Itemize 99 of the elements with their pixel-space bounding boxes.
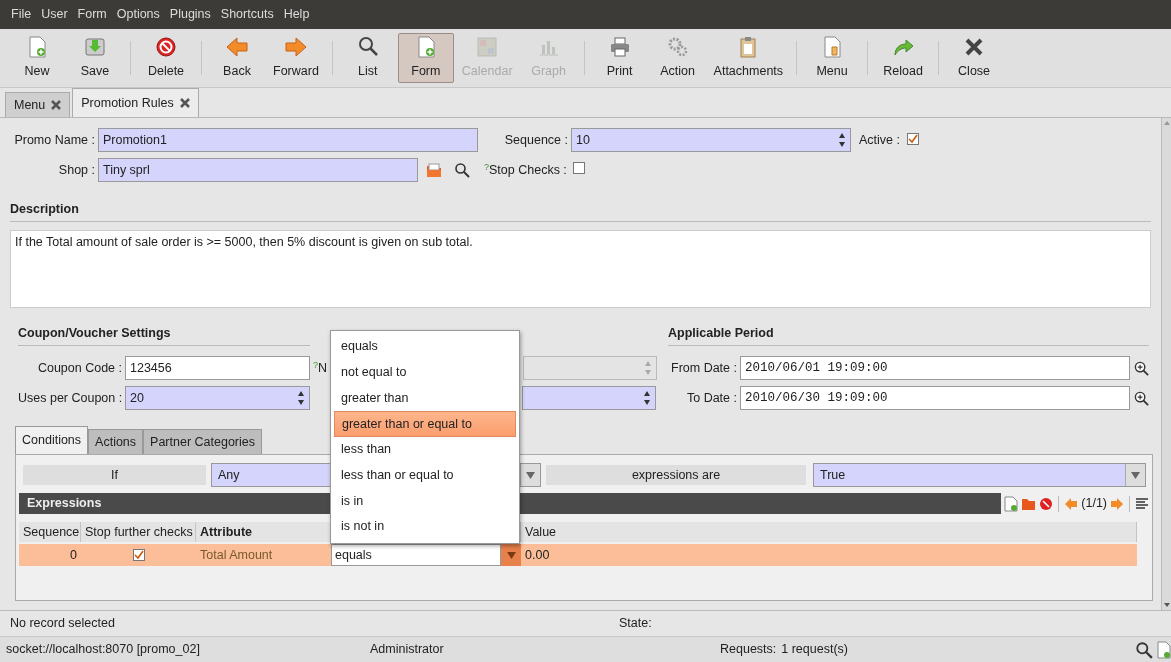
menu-item[interactable]: Form [72, 5, 112, 24]
field-label: Requests: [720, 641, 777, 659]
user-name: Administrator [370, 641, 445, 659]
toolbar-button[interactable]: Close [946, 33, 1003, 83]
table-cell-text: 0.00 [524, 546, 551, 564]
search-icon[interactable] [454, 162, 470, 178]
dropdown-option[interactable]: equals [334, 334, 516, 360]
help-mark: ? [484, 161, 489, 172]
delete-icon[interactable] [1039, 496, 1054, 511]
toolbar-button[interactable]: Print [591, 33, 648, 83]
menu-item[interactable]: Plugins [164, 5, 216, 24]
text-area[interactable]: If the Total amount of sale order is >= 5000, then 5% discount is given on sub total. [10, 230, 1151, 308]
toolbar-button[interactable]: Delete [138, 33, 194, 83]
column-header: Attribute [196, 522, 331, 542]
calendar-icon [475, 35, 500, 60]
field-label: Coupon Code : [36, 359, 123, 377]
toolbar-button[interactable]: Menu [804, 33, 861, 83]
dropdown-option[interactable]: greater than or equal to [334, 411, 516, 437]
number-field[interactable] [522, 386, 656, 410]
toolbar-button[interactable]: Forward [267, 33, 325, 83]
left-arrow-icon [225, 35, 249, 60]
tab[interactable]: Menu [5, 92, 71, 117]
text-field[interactable]: 123456 [125, 356, 310, 380]
menu-item[interactable]: Options [111, 5, 165, 24]
status-text: No record selected [10, 615, 116, 633]
toolbar-button[interactable]: Save [67, 33, 123, 83]
toolbar-button[interactable]: Form [397, 33, 454, 83]
toolbar-button[interactable]: Attachments [707, 33, 790, 83]
field-label: Sequence : [503, 131, 569, 149]
field-label: State: [619, 615, 652, 633]
zoom-in-icon[interactable] [1134, 360, 1149, 376]
text-field[interactable]: Tiny sprl [98, 158, 418, 182]
section-heading: Coupon/Voucher Settings [18, 324, 310, 346]
table-cell-text: 0 [69, 546, 78, 564]
field-label: From Date : [670, 359, 738, 377]
dropdown-option[interactable]: less than [334, 436, 516, 463]
checkbox[interactable] [572, 161, 585, 174]
folder-icon[interactable] [426, 162, 442, 178]
field-label: N [318, 360, 328, 375]
select-field[interactable]: True [813, 463, 1146, 487]
table-row[interactable]: 0 Total Amount equals 0.00 [19, 544, 1137, 566]
folder-icon[interactable] [1021, 496, 1037, 511]
spin-arrows-icon[interactable] [643, 389, 651, 407]
requests-text: 1 request(s) [781, 641, 849, 659]
text-field[interactable]: Promotion1 [98, 128, 478, 152]
menu-item[interactable]: Shortcuts [215, 5, 279, 24]
zoom-in-icon[interactable] [1134, 390, 1149, 406]
close-icon[interactable] [179, 98, 190, 108]
table-cell-text: Total Amount [199, 546, 274, 564]
column-header: Value [521, 522, 1137, 542]
spin-arrows-icon[interactable] [297, 389, 305, 407]
toolbar-button[interactable]: New [9, 33, 65, 83]
checkbox[interactable] [907, 132, 919, 145]
condition-label: expressions are [546, 465, 806, 485]
column-header: Sequence [19, 522, 81, 542]
number-field[interactable]: 10 [571, 128, 851, 152]
menu-item[interactable]: File [6, 5, 37, 24]
section-heading: Description [10, 200, 1151, 222]
field-label: Shop : [57, 161, 96, 179]
toolbar-button[interactable]: Back [209, 33, 265, 83]
section-heading: Applicable Period [668, 324, 1149, 346]
dropdown-arrow-icon [526, 471, 535, 479]
menu-item[interactable]: User [36, 5, 73, 24]
dropdown-arrow-icon [506, 551, 516, 559]
field-label: Active : [858, 131, 901, 149]
dropdown-option[interactable]: less than or equal to [334, 462, 516, 489]
search-icon[interactable] [1135, 640, 1153, 659]
menu-item[interactable]: Help [278, 5, 315, 24]
spin-arrows-icon[interactable] [838, 131, 846, 149]
number-field[interactable]: 20 [125, 386, 310, 410]
field-label: To Date : [685, 389, 738, 407]
right-arrow-icon [283, 35, 308, 60]
toolbar-button[interactable]: Reload [875, 33, 932, 83]
pager-text: (1/1) [1081, 495, 1107, 513]
help-mark: ? [313, 359, 318, 370]
tab[interactable]: Promotion Rules [72, 88, 199, 117]
delete-icon [154, 35, 178, 60]
condition-label: If [23, 465, 206, 485]
field-label: Promo Name : [13, 131, 96, 149]
checkbox[interactable] [132, 549, 145, 561]
date-field[interactable]: 2010/06/30 19:09:00 [740, 386, 1130, 410]
dropdown-arrow-icon [1131, 471, 1140, 479]
new-document-icon[interactable] [1004, 495, 1019, 512]
field-label: Stop Checks : [489, 161, 568, 179]
field-label: Uses per Coupon : [18, 389, 124, 407]
close-icon[interactable] [51, 100, 62, 110]
connection-text: socket://localhost:8070 [promo_02] [6, 641, 201, 659]
dropdown-option[interactable]: is not in [334, 513, 516, 540]
toolbar-button[interactable]: List [339, 33, 396, 83]
tab[interactable]: Partner Categories [143, 429, 262, 454]
scrollbar[interactable] [1161, 118, 1171, 610]
tab[interactable]: Actions [88, 429, 144, 454]
dropdown-option[interactable]: greater than [334, 385, 516, 412]
date-field[interactable]: 2010/06/01 19:09:00 [740, 356, 1130, 380]
toolbar-button[interactable]: Action [649, 33, 706, 83]
tab[interactable]: Conditions [15, 426, 89, 454]
column-header: Stop further checks [81, 522, 196, 542]
dropdown-option[interactable]: not equal to [334, 359, 516, 386]
lines-icon[interactable] [1135, 496, 1149, 511]
